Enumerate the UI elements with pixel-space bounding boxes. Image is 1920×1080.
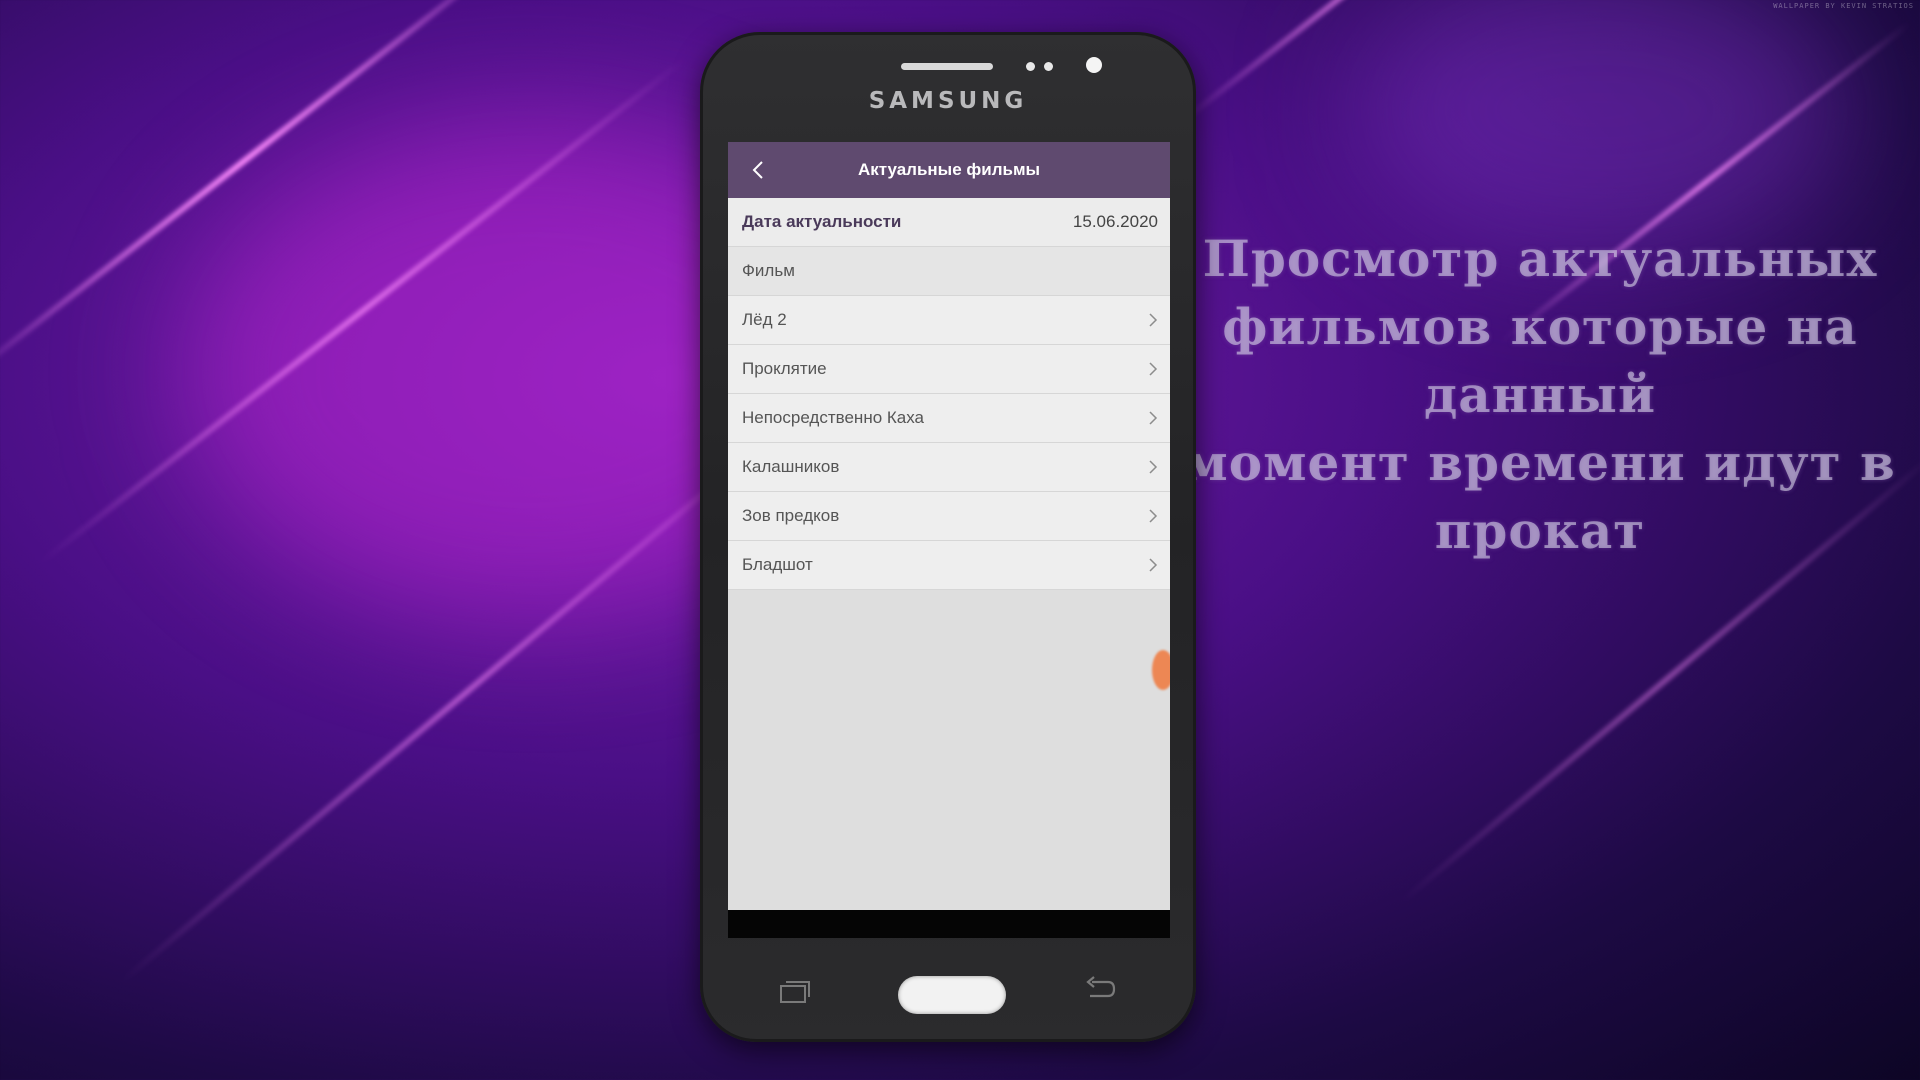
section-header: Фильм	[728, 247, 1170, 296]
chevron-right-icon	[1149, 313, 1158, 327]
caption-line: Просмотр актуальных	[1202, 229, 1878, 288]
recent-apps-icon	[780, 981, 810, 1003]
list-item[interactable]: Зов предков	[728, 492, 1170, 541]
list-item[interactable]: Калашников	[728, 443, 1170, 492]
caption-overlay: Просмотр актуальных фильмов которые на д…	[1130, 225, 1920, 565]
list-item[interactable]: Непосредственно Каха	[728, 394, 1170, 443]
film-title: Лёд 2	[742, 310, 787, 329]
film-title: Зов предков	[742, 506, 840, 525]
page-title: Актуальные фильмы	[857, 160, 1041, 179]
light-sensor	[1044, 62, 1053, 71]
wallpaper-credit: WALLPAPER BY KEVIN STRATIOS	[1773, 2, 1914, 10]
list-item[interactable]: Лёд 2	[728, 296, 1170, 345]
chevron-right-icon	[1149, 558, 1158, 572]
earpiece-speaker	[901, 63, 993, 70]
caption-line: фильмов которые на данный	[1222, 297, 1858, 424]
phone-frame: SAMSUNG Актуальные фильмы Дата актуально…	[700, 32, 1196, 1042]
back-arrow-icon	[1086, 976, 1116, 998]
list-item[interactable]: Бладшот	[728, 541, 1170, 590]
film-title: Бладшот	[742, 555, 813, 574]
film-title: Калашников	[742, 457, 840, 476]
proximity-sensor	[1026, 62, 1035, 71]
chevron-right-icon	[1149, 362, 1158, 376]
home-button[interactable]	[898, 976, 1006, 1014]
phone-brand-logo: SAMSUNG	[868, 88, 1028, 114]
app-bar: Актуальные фильмы	[728, 142, 1170, 198]
recent-apps-button[interactable]	[778, 978, 812, 1006]
phone-screen: Актуальные фильмы Дата актуальности 15.0…	[728, 142, 1170, 938]
date-value: 15.06.2020	[1072, 212, 1158, 231]
chevron-left-icon	[752, 161, 763, 179]
section-header-label: Фильм	[742, 261, 795, 280]
hardware-back-button[interactable]	[1082, 974, 1118, 1004]
back-button[interactable]	[742, 142, 774, 198]
date-label: Дата актуальности	[742, 212, 902, 231]
list-item[interactable]: Проклятие	[728, 345, 1170, 394]
chevron-right-icon	[1149, 509, 1158, 523]
film-title: Проклятие	[742, 359, 827, 378]
empty-area	[728, 590, 1170, 918]
front-camera-icon	[1086, 57, 1102, 73]
touch-indicator	[1152, 650, 1170, 690]
system-nav-bar	[728, 910, 1170, 938]
chevron-right-icon	[1149, 460, 1158, 474]
date-row: Дата актуальности 15.06.2020	[728, 198, 1170, 247]
chevron-right-icon	[1149, 411, 1158, 425]
film-title: Непосредственно Каха	[742, 408, 925, 427]
caption-line: момент времени идут в прокат	[1184, 433, 1896, 560]
